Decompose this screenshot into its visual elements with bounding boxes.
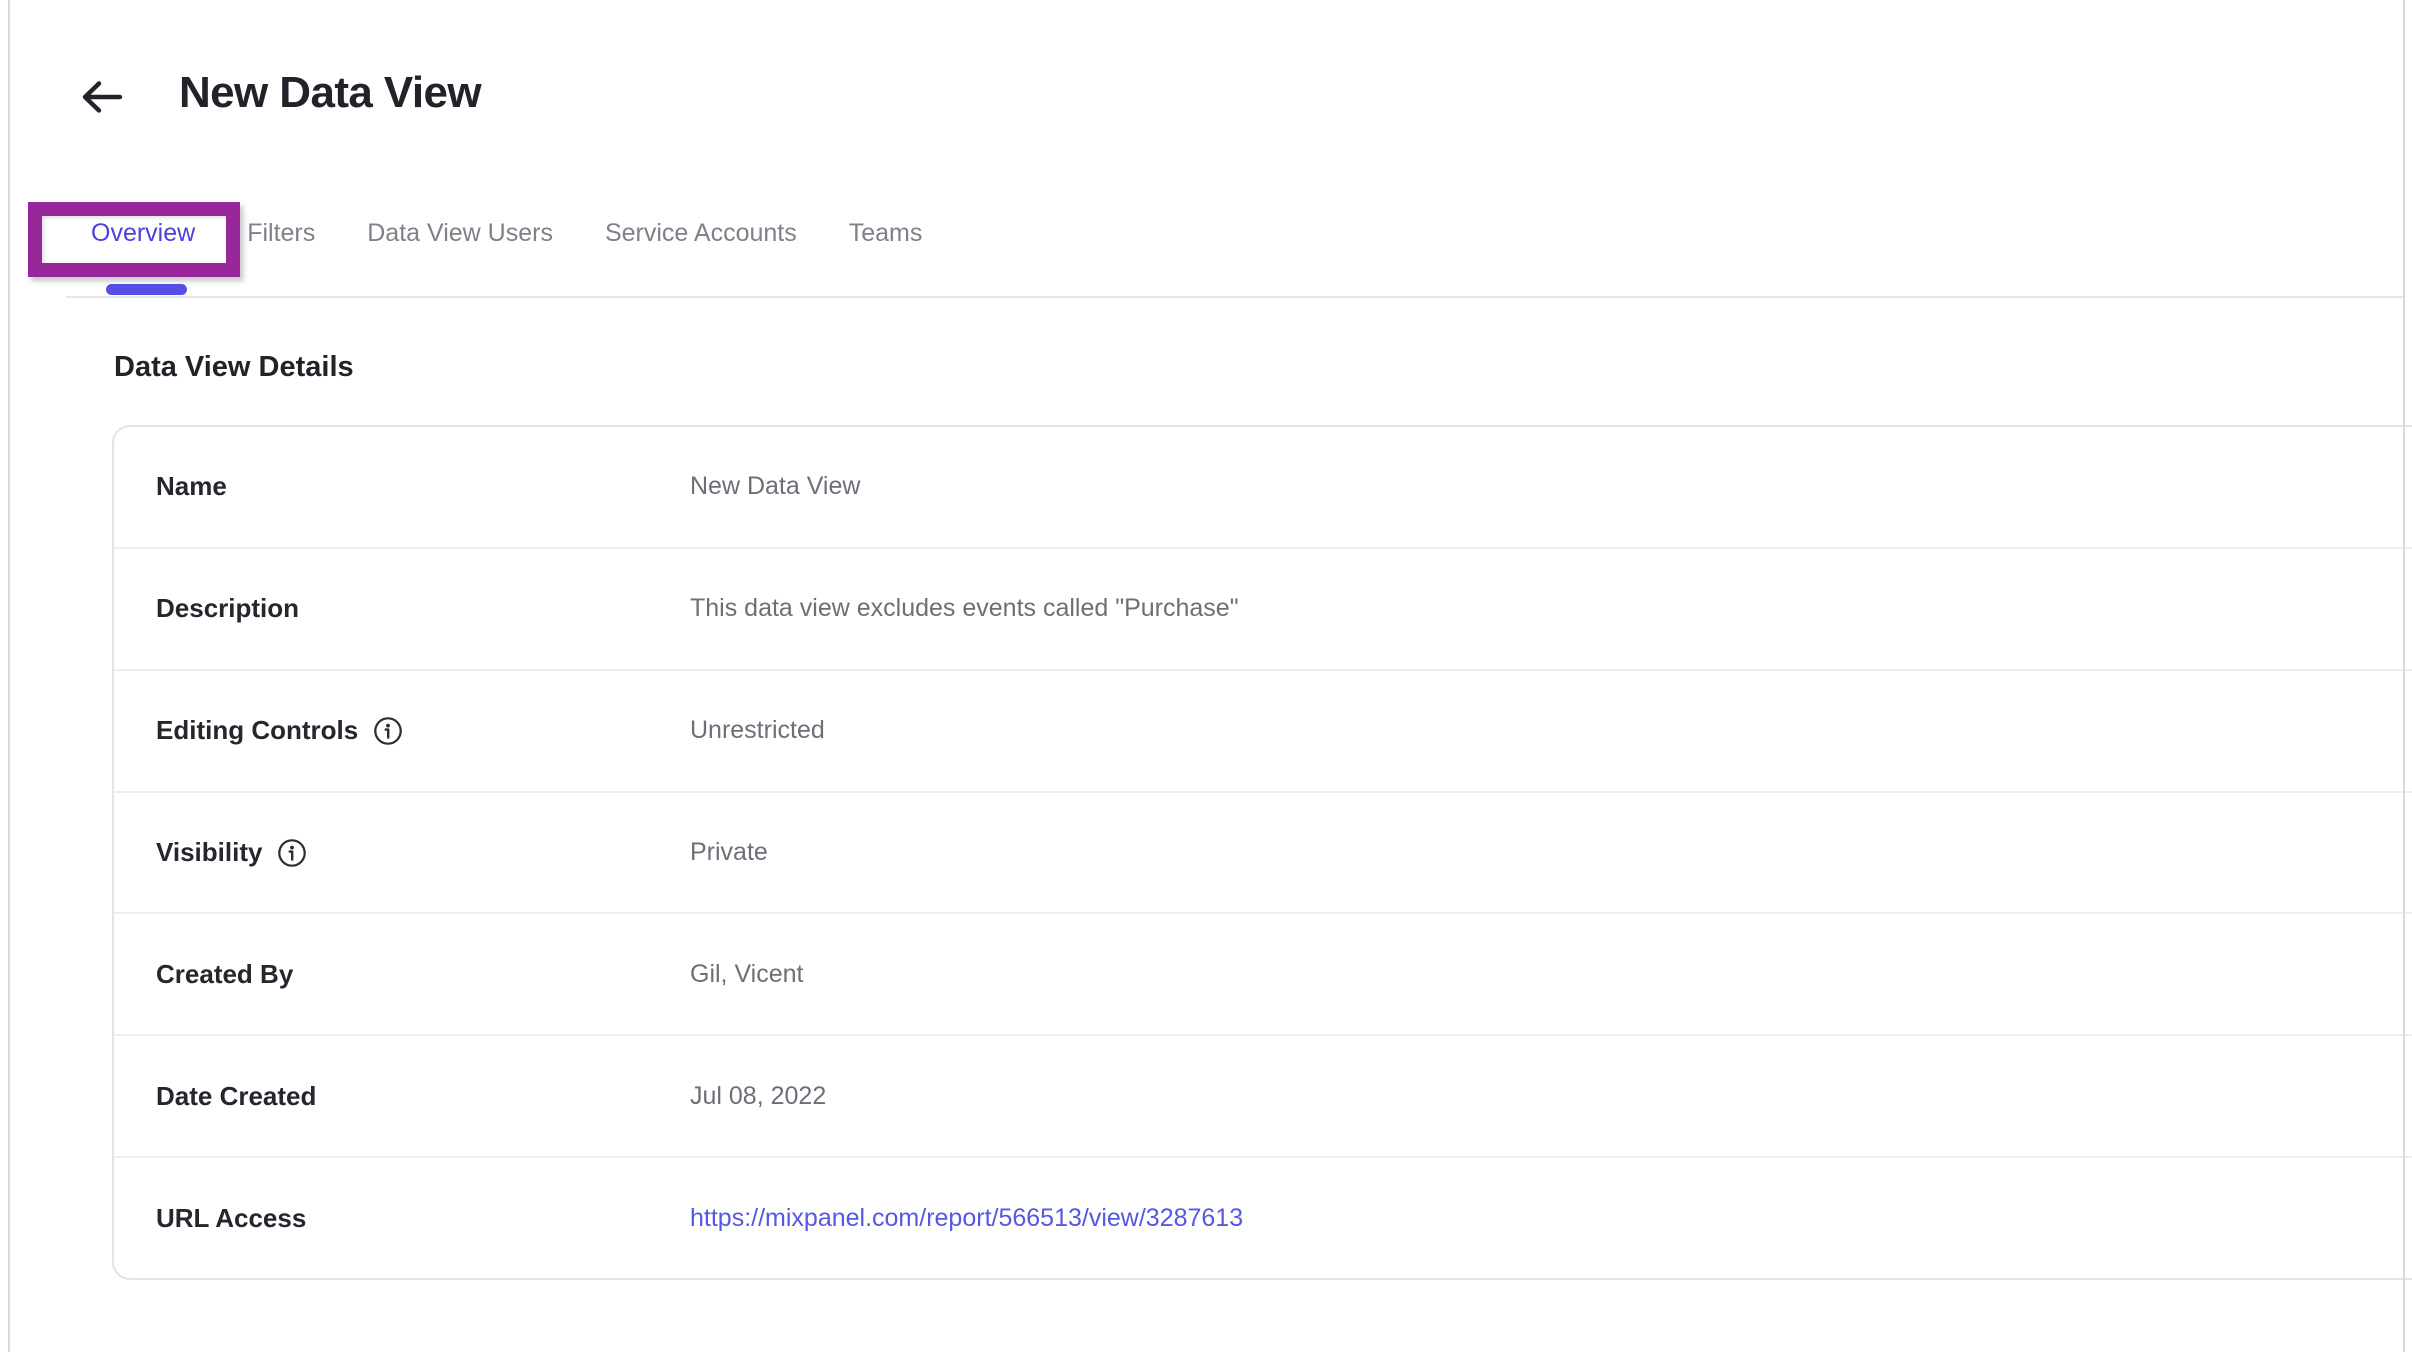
- detail-row-url-access: URL Access https://mixpanel.com/report/5…: [114, 1156, 2412, 1278]
- row-label: Visibility: [156, 837, 690, 868]
- page-title: New Data View: [179, 68, 481, 118]
- detail-row-visibility: Visibility Private: [114, 791, 2412, 913]
- row-label: Description: [156, 593, 690, 624]
- active-tab-indicator: [106, 284, 187, 295]
- tab-data-view-users[interactable]: Data View Users: [367, 219, 553, 248]
- row-value: This data view excludes events called "P…: [690, 594, 1239, 623]
- row-label: Created By: [156, 959, 690, 990]
- row-value: https://mixpanel.com/report/566513/view/…: [690, 1204, 1243, 1233]
- row-value: Gil, Vicent: [690, 960, 803, 989]
- tab-filters[interactable]: Filters: [247, 219, 315, 248]
- window-left-edge: [8, 0, 10, 1352]
- data-view-url-link[interactable]: https://mixpanel.com/report/566513/view/…: [690, 1204, 1243, 1232]
- detail-row-editing-controls: Editing Controls Unrestricted: [114, 669, 2412, 791]
- row-value: Unrestricted: [690, 716, 825, 745]
- detail-row-name: Name New Data View: [114, 427, 2412, 547]
- window-right-edge: [2403, 0, 2405, 1352]
- row-label: Editing Controls: [156, 715, 690, 746]
- section-heading: Data View Details: [114, 351, 354, 384]
- info-circle-icon[interactable]: [277, 838, 307, 868]
- tab-bar-divider: [66, 296, 2404, 298]
- detail-row-created-by: Created By Gil, Vicent: [114, 912, 2412, 1034]
- arrow-left-icon: [80, 76, 124, 118]
- annotation-highlight-box: [28, 202, 240, 277]
- detail-row-date-created: Date Created Jul 08, 2022: [114, 1034, 2412, 1156]
- row-label: Name: [156, 471, 690, 502]
- row-value: Private: [690, 838, 768, 867]
- info-circle-icon[interactable]: [373, 716, 403, 746]
- back-button[interactable]: [80, 76, 124, 118]
- tab-teams[interactable]: Teams: [849, 219, 923, 248]
- data-view-details-card: Name New Data View Description This data…: [112, 425, 2412, 1280]
- row-label: Date Created: [156, 1081, 690, 1112]
- row-label: URL Access: [156, 1203, 690, 1234]
- row-value: New Data View: [690, 472, 860, 501]
- detail-row-description: Description This data view excludes even…: [114, 547, 2412, 669]
- tab-service-accounts[interactable]: Service Accounts: [605, 219, 797, 248]
- row-value: Jul 08, 2022: [690, 1082, 826, 1111]
